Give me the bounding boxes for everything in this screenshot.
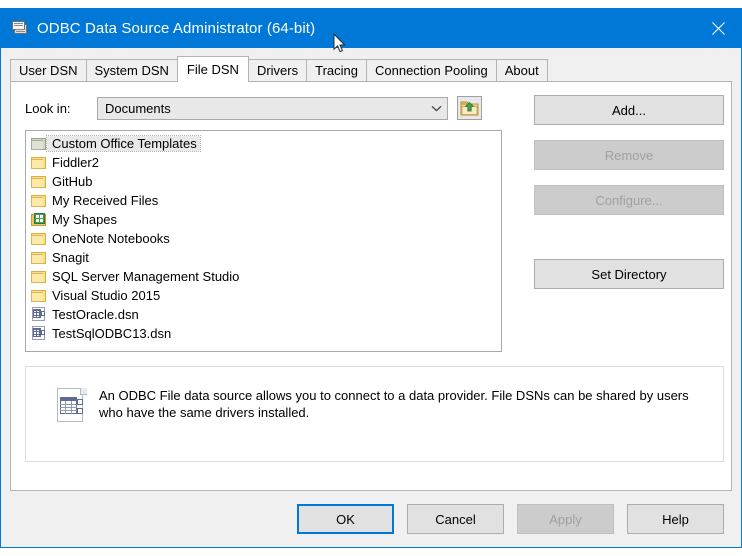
list-item-label: Visual Studio 2015 [52, 288, 161, 303]
ok-button[interactable]: OK [297, 504, 394, 534]
tab-about[interactable]: About [495, 59, 548, 81]
close-icon[interactable] [695, 8, 741, 48]
list-item[interactable]: Snagit [29, 248, 255, 267]
folder-icon [31, 289, 47, 303]
list-item-label: GitHub [52, 174, 93, 189]
tab-drivers[interactable]: Drivers [247, 59, 308, 81]
dialog-button-bar: OK Cancel Apply Help [1, 491, 741, 547]
folder-icon [31, 251, 47, 265]
tab-connection-pooling[interactable]: Connection Pooling [365, 59, 497, 81]
set-directory-button[interactable]: Set Directory [534, 259, 724, 289]
tab-label: Drivers [256, 63, 299, 78]
tab-label: System DSN [94, 63, 169, 78]
folder-icon [31, 270, 47, 284]
arrow-cursor [333, 32, 347, 54]
add-button[interactable]: Add... [534, 95, 724, 125]
list-item-label: Custom Office Templates [46, 135, 201, 152]
list-item[interactable]: SQL Server Management Studio [29, 267, 255, 286]
dsn-file-icon [31, 307, 47, 322]
window-title: ODBC Data Source Administrator (64-bit) [37, 19, 316, 37]
list-item[interactable]: My Received Files [29, 191, 255, 210]
description-group: An ODBC File data source allows you to c… [25, 366, 724, 462]
list-item-label: Fiddler2 [52, 155, 99, 170]
tab-file-dsn[interactable]: File DSN [176, 56, 249, 82]
list-item[interactable]: Visual Studio 2015 [29, 286, 255, 305]
look-in-value: Documents [105, 100, 171, 116]
list-item-label: My Received Files [52, 193, 159, 208]
tab-label: File DSN [186, 62, 239, 77]
help-button[interactable]: Help [627, 504, 724, 534]
description-text: An ODBC File data source allows you to c… [99, 388, 689, 420]
list-item[interactable]: Custom Office Templates [29, 134, 255, 153]
list-item[interactable]: TestOracle.dsn [29, 305, 255, 324]
odbc-admin-window: ODBC Data Source Administrator (64-bit) … [0, 8, 742, 548]
list-item[interactable]: Fiddler2 [29, 153, 255, 172]
dsn-document-icon [57, 388, 87, 423]
tab-user-dsn[interactable]: User DSN [10, 59, 87, 81]
chevron-down-icon[interactable] [425, 98, 447, 119]
file-dsn-panel: Look in: Documents Custom Office Templat… [10, 81, 732, 491]
look-in-combobox[interactable]: Documents [97, 96, 448, 120]
dsn-file-icon [31, 326, 47, 341]
look-in-row: Look in: Documents [25, 96, 482, 120]
list-item[interactable]: My Shapes [29, 210, 255, 229]
tab-strip: User DSN System DSN File DSN Drivers Tra… [10, 55, 741, 82]
folder-icon [31, 232, 47, 246]
tab-label: Tracing [315, 63, 358, 78]
folder-icon [31, 156, 47, 170]
list-item[interactable]: GitHub [29, 172, 255, 191]
folder-icon [31, 194, 47, 208]
folder-icon-office [31, 137, 47, 151]
database-icon [12, 20, 29, 36]
apply-button[interactable]: Apply [517, 504, 614, 534]
list-item[interactable]: TestSqlODBC13.dsn [29, 324, 255, 343]
folder-icon [31, 175, 47, 189]
list-item-label: SQL Server Management Studio [52, 269, 240, 284]
remove-button[interactable]: Remove [534, 140, 724, 170]
tab-label: Connection Pooling [374, 63, 488, 78]
configure-button[interactable]: Configure... [534, 185, 724, 215]
cancel-button[interactable]: Cancel [407, 504, 504, 534]
tab-label: User DSN [19, 63, 78, 78]
tab-system-dsn[interactable]: System DSN [85, 59, 178, 81]
look-in-label: Look in: [25, 100, 71, 116]
side-button-group: Add... Remove Configure... Set Directory [534, 95, 724, 289]
list-item[interactable]: OneNote Notebooks [29, 229, 255, 248]
title-bar: ODBC Data Source Administrator (64-bit) [1, 8, 741, 53]
folder-icon-visio [31, 212, 47, 227]
list-item-label: OneNote Notebooks [52, 231, 170, 246]
list-item-label: TestSqlODBC13.dsn [52, 326, 172, 341]
file-list-box[interactable]: Custom Office Templates Fiddler2 GitHub … [25, 130, 502, 352]
list-item-label: My Shapes [52, 212, 118, 227]
tab-label: About [504, 63, 539, 78]
list-item-label: TestOracle.dsn [52, 307, 139, 322]
tab-tracing[interactable]: Tracing [306, 59, 367, 81]
list-item-label: Snagit [52, 250, 89, 265]
up-one-level-folder-icon[interactable] [457, 96, 482, 120]
